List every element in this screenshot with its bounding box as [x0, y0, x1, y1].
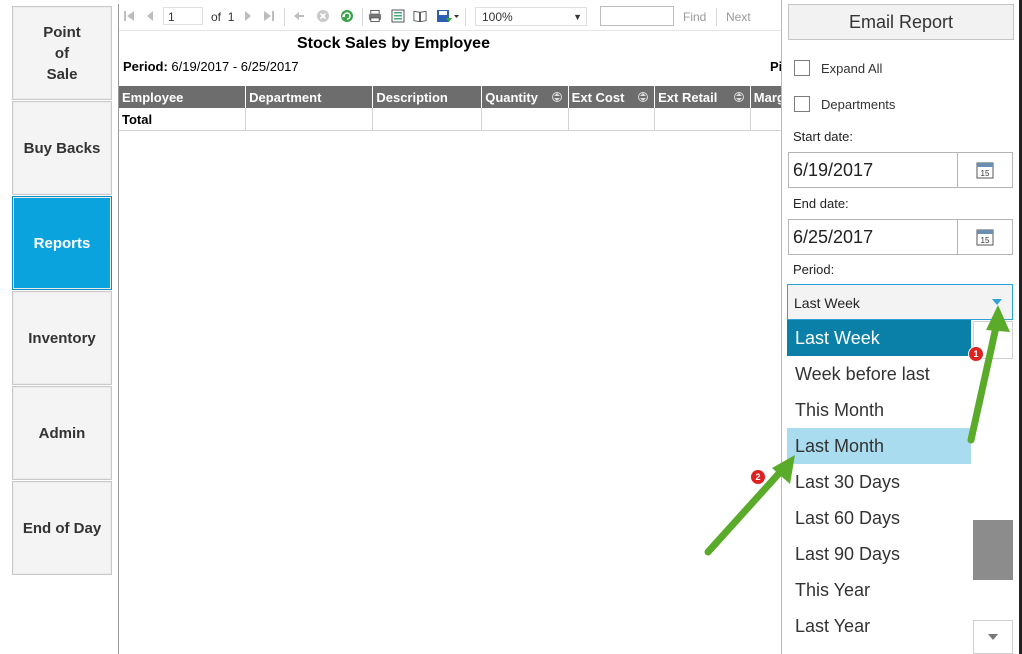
refresh-icon[interactable] [340, 9, 354, 23]
annotation-badge: 1 [969, 347, 983, 361]
svg-text:15: 15 [981, 169, 990, 178]
column-header-department[interactable]: Department [245, 86, 374, 108]
table-cell [372, 108, 483, 131]
nav-inventory-label: Inventory [28, 329, 96, 347]
period-option[interactable]: This Year [787, 572, 971, 608]
nav-buy-backs[interactable]: Buy Backs [12, 101, 112, 195]
period-select-value: Last Week [794, 295, 860, 311]
period-select[interactable]: Last Week [787, 284, 1013, 320]
nav-reports-label: Reports [33, 234, 91, 252]
prev-page-icon[interactable] [143, 9, 157, 23]
table-cell [481, 108, 569, 131]
table-cell [568, 108, 656, 131]
report-table: Employee Department Description Quantity… [119, 86, 782, 131]
dropdown-scrollbar[interactable] [972, 320, 1013, 654]
nav-point-of-sale-label: Point of Sale [43, 23, 81, 83]
next-link[interactable]: Next [726, 10, 751, 24]
end-date-label: End date: [793, 196, 849, 211]
start-date-label: Start date: [793, 129, 853, 144]
nav-admin[interactable]: Admin [12, 386, 112, 480]
column-header-ext-retail[interactable]: Ext Retail [654, 86, 751, 108]
departments-label: Departments [821, 96, 896, 112]
export-icon[interactable] [436, 9, 460, 23]
table-cell [654, 108, 751, 131]
sort-icon[interactable] [733, 90, 744, 104]
zoom-select[interactable]: 100% ▼ [475, 7, 587, 26]
start-date-input[interactable]: 6/19/2017 [788, 152, 958, 188]
nav-admin-label: Admin [38, 424, 86, 442]
period-option[interactable]: This Month [787, 392, 971, 428]
column-header-description[interactable]: Description [372, 86, 483, 108]
expand-all-label: Expand All [821, 60, 883, 76]
back-icon[interactable] [292, 9, 306, 23]
table-cell [245, 108, 374, 131]
nav-buy-backs-label: Buy Backs [23, 139, 101, 157]
annotation-badge: 2 [751, 470, 765, 484]
nav-point-of-sale[interactable]: Point of Sale [12, 6, 112, 100]
last-page-icon[interactable] [262, 9, 276, 23]
report-toolbar: 1 of 1 100% ▼ Find Next [119, 4, 782, 31]
expand-all-checkbox[interactable]: Expand All [794, 60, 882, 76]
end-date-input[interactable]: 6/25/2017 [788, 219, 958, 255]
checkbox-box[interactable] [794, 60, 810, 76]
report-period: Period: 6/19/2017 - 6/25/2017 [123, 59, 299, 74]
email-report-button[interactable]: Email Report [788, 4, 1014, 40]
find-link[interactable]: Find [683, 10, 706, 24]
period-option[interactable]: Last 90 Days [787, 536, 971, 572]
column-header-quantity[interactable]: Quantity [481, 86, 569, 108]
period-option[interactable]: Week before last [787, 356, 971, 392]
start-date-calendar-button[interactable]: 15 [957, 152, 1013, 188]
print-layout-icon[interactable] [413, 9, 427, 23]
toolbar-separator [362, 8, 363, 26]
sort-icon[interactable] [551, 90, 562, 104]
find-input[interactable] [600, 6, 674, 26]
table-cell: 0 [750, 108, 782, 131]
chevron-down-icon[interactable] [982, 285, 1012, 319]
period-label: Period: [793, 262, 835, 277]
page-setup-icon[interactable] [391, 9, 405, 23]
sort-icon[interactable] [638, 90, 649, 104]
period-option[interactable]: Last Month [787, 428, 971, 464]
nav-end-of-day[interactable]: End of Day [12, 481, 112, 575]
period-option[interactable]: Last Year [787, 608, 971, 644]
page-of-label: of 1 [211, 10, 235, 24]
print-icon[interactable] [368, 9, 382, 23]
period-option[interactable]: Last 60 Days [787, 500, 971, 536]
report-options-panel: Email Report Expand All Departments Star… [781, 0, 1022, 654]
column-header-employee[interactable]: Employee [119, 86, 247, 108]
next-page-icon[interactable] [241, 9, 255, 23]
app-window: Point of Sale Buy Backs Reports Inventor… [0, 0, 1022, 654]
table-row: Total 0 [119, 108, 782, 131]
column-header-ext-cost[interactable]: Ext Cost [568, 86, 656, 108]
departments-checkbox[interactable]: Departments [794, 96, 895, 112]
report-title: Stock Sales by Employee [297, 35, 490, 52]
table-cell: Total [119, 108, 247, 131]
nav-reports[interactable]: Reports [12, 196, 112, 290]
checkbox-box[interactable] [794, 96, 810, 112]
chevron-down-icon [988, 634, 998, 640]
toolbar-separator [716, 8, 717, 26]
table-header-row: Employee Department Description Quantity… [119, 86, 782, 108]
toolbar-separator [284, 8, 285, 26]
period-dropdown-list: Last Week Week before last This Month La… [787, 320, 972, 654]
page-number-input[interactable]: 1 [163, 7, 203, 25]
stop-icon[interactable] [316, 9, 330, 23]
calendar-icon: 15 [976, 162, 994, 179]
chevron-down-icon: ▼ [573, 12, 582, 22]
scrollbar-thumb[interactable] [973, 520, 1013, 580]
nav-inventory[interactable]: Inventory [12, 291, 112, 385]
period-option[interactable]: Last 30 Days [787, 464, 971, 500]
calendar-icon: 15 [976, 229, 994, 246]
svg-text:15: 15 [981, 236, 990, 245]
report-viewer: 1 of 1 100% ▼ Find Next Stock Sales by E… [118, 4, 782, 654]
toolbar-separator [465, 8, 466, 26]
nav-end-of-day-label: End of Day [22, 519, 102, 537]
column-header-margin[interactable]: Margin [750, 86, 782, 108]
end-date-calendar-button[interactable]: 15 [957, 219, 1013, 255]
period-option[interactable]: Last Week [787, 320, 971, 356]
scroll-down-button[interactable] [973, 620, 1013, 654]
main-nav: Point of Sale Buy Backs Reports Inventor… [0, 0, 116, 654]
first-page-icon[interactable] [122, 9, 136, 23]
